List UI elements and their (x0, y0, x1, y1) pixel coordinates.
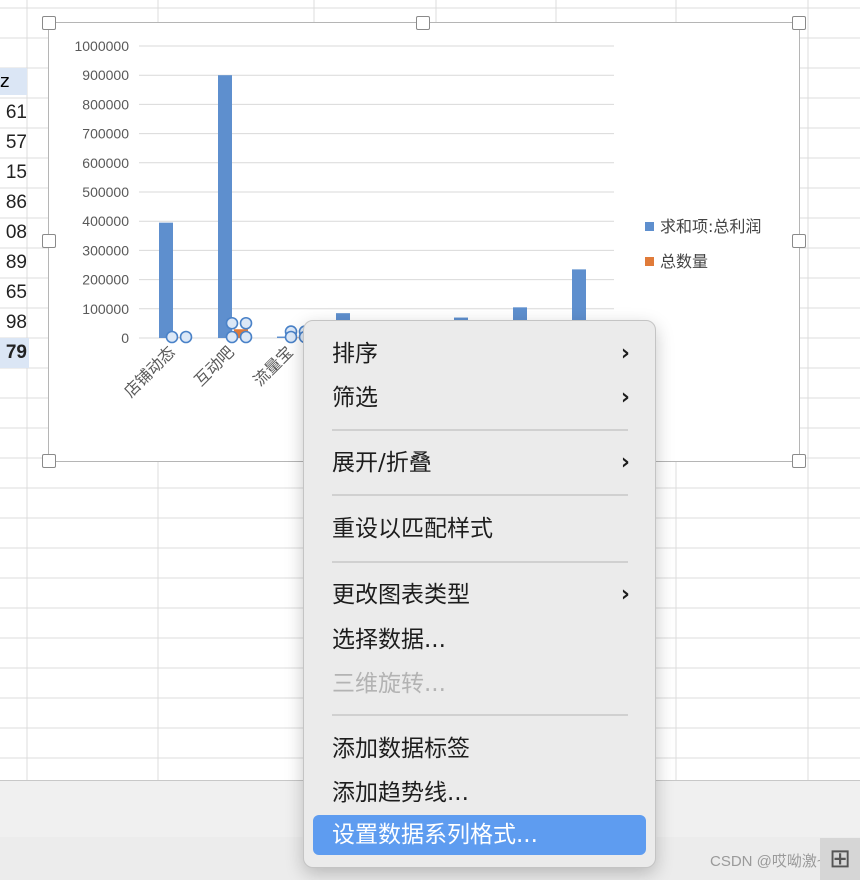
menu-label-format-data-series: 设置数据系列格式... (332, 822, 538, 848)
cell-value[interactable]: 65 (0, 278, 29, 308)
menu-label-add-data-labels: 添加数据标签 (332, 736, 470, 762)
resize-handle-right[interactable] (792, 234, 806, 248)
chevron-right-icon: › (620, 385, 630, 410)
bar-profit[interactable] (218, 75, 232, 338)
menu-separator (332, 714, 628, 716)
x-category-label: 互动吧 (190, 342, 237, 389)
menu-item-add-data-labels[interactable]: 添加数据标签 (313, 729, 646, 769)
y-tick-label: 800000 (82, 96, 129, 112)
menu-label-sort: 排序 (332, 341, 378, 367)
legend-item-quantity[interactable]: 总数量 (645, 248, 708, 272)
menu-separator (332, 561, 628, 563)
legend-item-profit[interactable]: 求和项:总利润 (645, 213, 761, 237)
y-tick-label: 0 (121, 330, 129, 346)
menu-item-format-data-series[interactable]: 设置数据系列格式... (313, 815, 646, 855)
y-tick-label: 700000 (82, 126, 129, 142)
menu-separator (332, 494, 628, 496)
menu-item-reset-style[interactable]: 重设以匹配样式 (313, 509, 646, 549)
y-tick-label: 900000 (82, 67, 129, 83)
legend-swatch-orange (645, 257, 654, 266)
selection-marker[interactable] (239, 330, 253, 344)
watermark-text: CSDN @哎呦激~ (710, 853, 826, 870)
menu-label-filter: 筛选 (332, 385, 378, 411)
selection-marker[interactable] (225, 330, 239, 344)
chevron-right-icon: › (620, 341, 630, 366)
menu-item-change-chart-type[interactable]: 更改图表类型 › (313, 575, 646, 615)
resize-handle-bottom-left[interactable] (42, 454, 56, 468)
cell-value[interactable]: 86 (0, 188, 29, 218)
menu-item-filter[interactable]: 筛选 › (313, 378, 646, 418)
menu-item-expand-collapse[interactable]: 展开/折叠 › (313, 443, 646, 483)
menu-label-expand-collapse: 展开/折叠 (332, 450, 432, 476)
selection-marker[interactable] (239, 316, 253, 330)
cell-value[interactable]: 61 (0, 98, 29, 128)
menu-label-rotate-3d: 三维旋转... (332, 671, 446, 697)
menu-label-add-trendline: 添加趋势线... (332, 780, 469, 806)
y-tick-label: 1000000 (74, 38, 129, 54)
resize-handle-left[interactable] (42, 234, 56, 248)
y-tick-label: 600000 (82, 155, 129, 171)
context-menu: 排序 › 筛选 › 展开/折叠 › 重设以匹配样式 更改图表类型 › 选择数据.… (303, 320, 656, 868)
resize-handle-bottom-right[interactable] (792, 454, 806, 468)
menu-item-sort[interactable]: 排序 › (313, 334, 646, 374)
cell-value[interactable]: 89 (0, 248, 29, 278)
chevron-right-icon: › (620, 582, 630, 607)
y-tick-label: 200000 (82, 272, 129, 288)
legend-label-quantity: 总数量 (660, 252, 709, 271)
cell-value[interactable]: 98 (0, 308, 29, 338)
cell-value[interactable]: 08 (0, 218, 29, 248)
legend-label-profit: 求和项:总利润 (660, 217, 762, 236)
menu-label-change-chart-type: 更改图表类型 (332, 582, 470, 608)
resize-handle-top-left[interactable] (42, 16, 56, 30)
bar-profit[interactable] (159, 222, 173, 338)
y-tick-label: 100000 (82, 301, 129, 317)
cell-value-total[interactable]: 79 (0, 338, 29, 368)
cell-value[interactable]: 15 (0, 158, 29, 188)
selection-marker[interactable] (165, 330, 179, 344)
selection-marker[interactable] (179, 330, 193, 344)
x-category-label: 流量宝 (249, 342, 296, 389)
legend-swatch-blue (645, 222, 654, 231)
menu-label-reset-style: 重设以匹配样式 (332, 516, 493, 542)
menu-label-select-data: 选择数据... (332, 627, 446, 653)
resize-handle-top[interactable] (416, 16, 430, 30)
selection-marker[interactable] (225, 316, 239, 330)
grid-view-icon[interactable]: ⊞ (820, 838, 860, 880)
x-category-label: 店铺动态 (120, 342, 179, 401)
column-header-cell[interactable]: z (0, 68, 27, 95)
menu-item-select-data[interactable]: 选择数据... (313, 620, 646, 660)
menu-item-rotate-3d: 三维旋转... (313, 664, 646, 704)
y-tick-label: 400000 (82, 213, 129, 229)
y-tick-label: 500000 (82, 184, 129, 200)
cell-value[interactable]: 57 (0, 128, 29, 158)
chevron-right-icon: › (620, 450, 630, 475)
selection-marker[interactable] (284, 330, 298, 344)
resize-handle-top-right[interactable] (792, 16, 806, 30)
menu-item-add-trendline[interactable]: 添加趋势线... (313, 773, 646, 813)
menu-separator (332, 429, 628, 431)
y-tick-label: 300000 (82, 242, 129, 258)
